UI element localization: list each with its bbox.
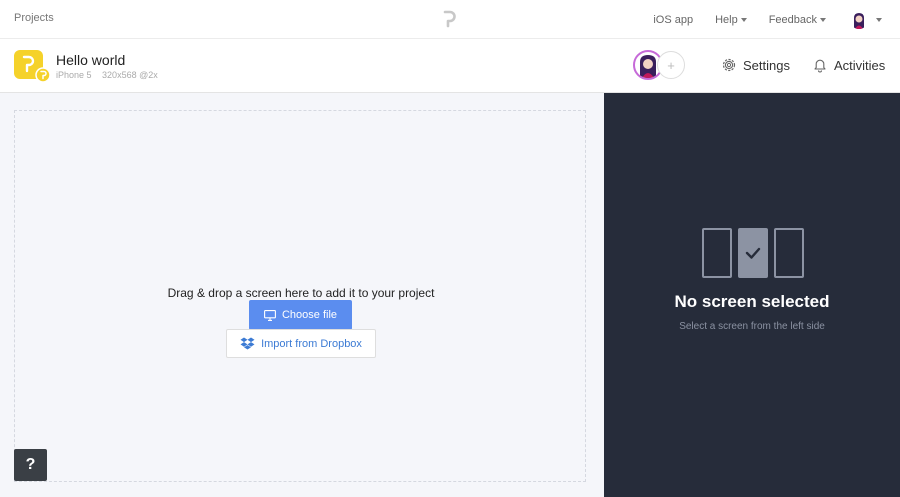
activities-button[interactable]: Activities xyxy=(812,57,885,73)
no-screen-title: No screen selected xyxy=(674,292,830,311)
user-menu[interactable] xyxy=(826,10,882,29)
nav-right: iOS app Help Feedback xyxy=(631,0,882,39)
checkmark-icon xyxy=(745,247,761,259)
activities-label: Activities xyxy=(834,57,886,73)
dropzone-instruction: Drag & drop a screen here to add it to y… xyxy=(167,286,435,300)
project-meta: iPhone 5 320x568 @2x xyxy=(56,70,166,80)
screen-detail-pane: No screen selected Select a screen from … xyxy=(604,93,900,497)
import-dropbox-button[interactable]: Import from Dropbox xyxy=(226,329,376,358)
collaborators: + xyxy=(633,50,685,80)
avatar-illustration-icon xyxy=(854,12,864,29)
screen-list-pane: Drag & drop a screen here to add it to y… xyxy=(0,93,604,497)
monitor-icon xyxy=(264,309,276,321)
ios-app-link[interactable]: iOS app xyxy=(653,14,693,26)
project-device: iPhone 5 xyxy=(56,70,92,80)
bell-icon xyxy=(814,59,826,73)
settings-button[interactable]: Settings xyxy=(721,57,790,73)
screens-icon xyxy=(702,228,804,278)
gear-icon xyxy=(722,58,736,72)
top-navigation: Projects iOS app Help Feedback xyxy=(0,0,900,39)
user-avatar xyxy=(850,10,868,29)
project-header: Hello world iPhone 5 320x568 @2x + Setti… xyxy=(0,40,900,93)
add-collaborator-button[interactable]: + xyxy=(657,51,685,79)
projects-link[interactable]: Projects xyxy=(14,12,54,24)
choose-file-button[interactable]: Choose file xyxy=(249,300,352,330)
caret-down-icon xyxy=(876,17,882,22)
dropbox-icon xyxy=(240,337,255,350)
help-menu[interactable]: Help xyxy=(715,14,747,26)
settings-label: Settings xyxy=(743,57,790,73)
app-icon[interactable] xyxy=(14,50,50,82)
feedback-menu[interactable]: Feedback xyxy=(769,14,826,26)
no-screen-subtitle: Select a screen from the left side xyxy=(679,321,825,332)
screen-dropzone[interactable]: Drag & drop a screen here to add it to y… xyxy=(14,110,586,482)
prott-logo-icon[interactable] xyxy=(442,10,456,28)
dropbox-label: Import from Dropbox xyxy=(261,337,362,350)
help-button[interactable]: ? xyxy=(14,449,47,481)
project-title[interactable]: Hello world xyxy=(56,52,125,68)
project-resolution: 320x568 @2x xyxy=(102,70,158,80)
choose-file-label: Choose file xyxy=(281,309,338,321)
caret-down-icon xyxy=(740,17,747,22)
